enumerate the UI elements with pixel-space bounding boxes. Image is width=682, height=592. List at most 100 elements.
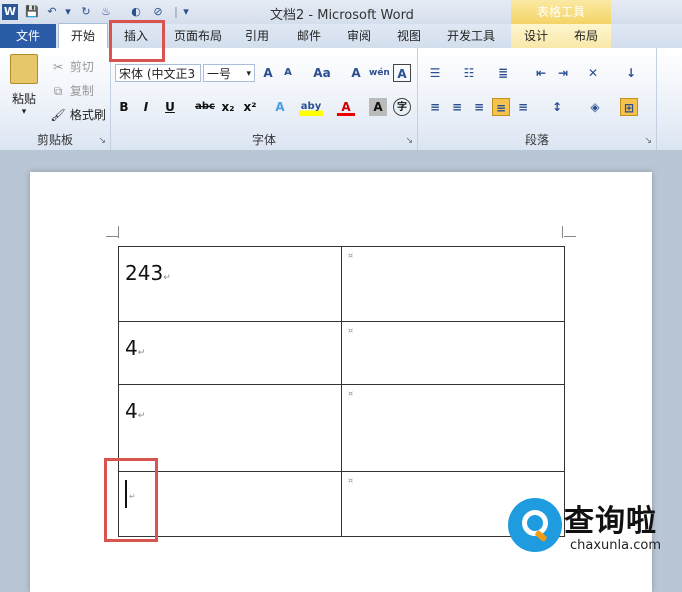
character-border-icon[interactable]: A [393,64,411,82]
word-app-icon[interactable]: W [2,4,18,20]
paste-button[interactable]: 粘贴 ▾ [6,54,42,120]
font-color-icon[interactable]: A [337,98,355,116]
table-tools-context-label: 表格工具 [511,0,611,24]
font-group: 宋体 (中文正3 一号 ▾ A A Aa A wén A B I U abc x… [111,48,418,150]
copy-label: 复制 [69,84,94,98]
ribbon: 粘贴 ▾ ✂ 剪切 ⧉ 复制 🖌 格式刷 剪贴板 ↘ 宋体 (中文正3 一号 ▾… [0,48,682,151]
line-spacing-icon[interactable]: ↕ [548,98,566,116]
change-case-icon[interactable]: Aa [309,64,335,82]
paste-icon [10,54,38,84]
tab-view[interactable]: 视图 [388,24,430,48]
crop-mark [562,226,563,238]
highlight-icon[interactable]: aby [299,98,323,116]
font-size-dropdown-icon: ▾ [246,69,251,79]
clear-format-icon[interactable]: A [347,64,365,82]
tab-review[interactable]: 审阅 [338,24,380,48]
paste-label: 粘贴 [11,92,36,106]
styles-group-partial [657,48,682,150]
quick-access-dropdown-icon[interactable]: ▾ [178,4,194,20]
grow-font-icon[interactable]: A [259,64,277,82]
bullets-icon[interactable]: ☰ [426,64,444,82]
tab-developer[interactable]: 开发工具 [440,24,502,48]
tab-home[interactable]: 开始 [58,23,108,50]
sort-icon[interactable]: ↓ [622,64,640,82]
brush-icon: 🖌 [50,108,66,122]
italic-icon[interactable]: I [137,98,155,116]
customize-icon[interactable]: ♨ [98,4,114,20]
cut-label: 剪切 [69,60,94,74]
color-icon[interactable]: ◐ [128,4,144,20]
justify-icon[interactable]: ≡ [492,98,510,116]
font-name-box[interactable]: 宋体 (中文正3 [115,64,201,82]
title-bar: W 💾 ↶ ▾ ↻ ♨ ◐ ⊘ | ▾ 文档2 - Microsoft Word… [0,0,682,24]
superscript-icon[interactable]: x² [241,98,259,116]
format-painter-button[interactable]: 🖌 格式刷 [50,106,106,123]
save-icon[interactable]: 💾 [24,4,40,20]
paragraph-group-label: 段落 [524,133,549,147]
undo-icon[interactable]: ↶ [44,4,60,20]
multilevel-list-icon[interactable]: ≣ [494,64,512,82]
character-shading-icon[interactable]: A [369,98,387,116]
phonetic-guide-icon[interactable]: wén [369,64,390,82]
cell-end-mark: ¤ [348,389,354,398]
font-size-box[interactable]: 一号 ▾ [203,64,255,82]
window-title: 文档2 - Microsoft Word [270,8,414,23]
table-row: 243↵ ¤ [118,246,565,322]
text-effect-icon[interactable]: A [271,98,289,116]
cut-button[interactable]: ✂ 剪切 [50,58,94,75]
strikethrough-icon[interactable]: abc [193,98,217,116]
font-group-label: 字体 [251,133,276,147]
undo-dropdown-icon[interactable]: ▾ [60,4,76,20]
table-cell[interactable]: ¤ [341,246,565,322]
bold-icon[interactable]: B [115,98,133,116]
site-watermark: 查询啦 chaxunla.com [498,490,682,583]
distributed-icon[interactable]: ≡ [514,98,532,116]
clipboard-group: 粘贴 ▾ ✂ 剪切 ⧉ 复制 🖌 格式刷 剪贴板 ↘ [0,48,111,150]
tab-references[interactable]: 引用 [236,24,278,48]
borders-icon[interactable]: ⊞ [620,98,638,116]
paragraph-launcher-icon[interactable]: ↘ [644,136,652,146]
shading-icon[interactable]: ◈ [586,98,604,116]
table-cell[interactable]: ¤ [341,384,565,472]
tab-mailings[interactable]: 邮件 [288,24,330,48]
decrease-indent-icon[interactable]: ⇤ [532,64,550,82]
align-center-icon[interactable]: ≡ [448,98,466,116]
font-launcher-icon[interactable]: ↘ [405,136,413,146]
table-row: 4↵ ¤ [118,384,565,472]
subscript-icon[interactable]: x₂ [219,98,237,116]
table-cell[interactable]: 243↵ [118,246,342,322]
watermark-title: 查询啦 [564,504,657,539]
scissors-icon: ✂ [52,60,64,74]
align-left-icon[interactable]: ≡ [426,98,444,116]
table-cell[interactable]: ¤ [341,321,565,385]
underline-icon[interactable]: U [161,98,179,116]
logo-handle [534,529,548,543]
cell-end-mark: ¤ [348,251,354,260]
copy-button[interactable]: ⧉ 复制 [50,82,94,99]
shrink-font-icon[interactable]: A [279,64,297,82]
crop-mark [106,236,118,237]
font-size-value: 一号 [207,67,232,81]
align-right-icon[interactable]: ≡ [470,98,488,116]
increase-indent-icon[interactable]: ⇥ [554,64,572,82]
cell-end-mark: ¤ [348,326,354,335]
chinese-layout-icon[interactable]: ✕ [584,64,602,82]
tab-file[interactable]: 文件 [0,24,56,48]
numbering-icon[interactable]: ☷ [460,64,478,82]
table-cell[interactable]: 4↵ [118,321,342,385]
erase-icon[interactable]: ⊘ [150,4,166,20]
magnifier-logo-icon [508,498,562,552]
redo-icon[interactable]: ↻ [78,4,94,20]
tab-page-layout[interactable]: 页面布局 [168,24,228,48]
crop-mark [564,236,576,237]
tab-layout[interactable]: 布局 [564,24,608,48]
enclose-char-icon[interactable]: 字 [393,98,411,116]
cell-end-mark: ¤ [348,476,354,485]
watermark-url: chaxunla.com [570,538,661,553]
tab-design[interactable]: 设计 [514,24,558,48]
crop-mark [118,226,119,238]
format-painter-label: 格式刷 [69,108,106,122]
ribbon-tab-row: 文件 开始 插入 页面布局 引用 邮件 审阅 视图 开发工具 设计 布局 [0,23,682,50]
clipboard-launcher-icon[interactable]: ↘ [98,136,106,146]
cell-text: 243↵ [125,261,171,285]
